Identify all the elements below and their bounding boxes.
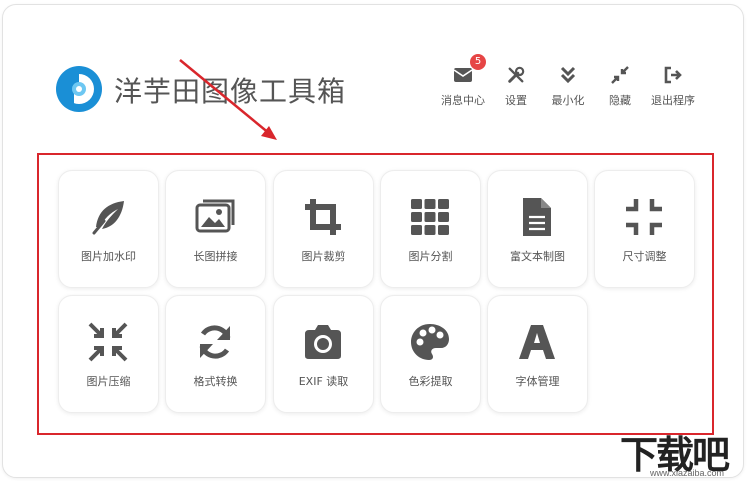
tool-format-convert[interactable]: 格式转换 bbox=[165, 295, 266, 413]
collapse-arrows-icon bbox=[611, 66, 629, 84]
app-logo-icon bbox=[56, 66, 102, 112]
tool-resize[interactable]: 尺寸调整 bbox=[594, 170, 695, 288]
sign-out-icon bbox=[664, 66, 682, 84]
camera-icon bbox=[305, 325, 341, 359]
tool-label: 图片分割 bbox=[408, 250, 453, 263]
tool-exif[interactable]: EXIF 读取 bbox=[273, 295, 374, 413]
exit-button[interactable]: 退出程序 bbox=[642, 66, 704, 108]
tool-label: 长图拼接 bbox=[193, 250, 238, 263]
tool-split[interactable]: 图片分割 bbox=[380, 170, 481, 288]
envelope-icon bbox=[453, 68, 473, 82]
tool-crop[interactable]: 图片裁剪 bbox=[273, 170, 374, 288]
images-icon bbox=[195, 199, 235, 233]
tool-label: 图片加水印 bbox=[81, 250, 136, 263]
feather-icon bbox=[92, 201, 124, 235]
tool-rich-text[interactable]: 富文本制图 bbox=[487, 170, 588, 288]
tool-label: 图片裁剪 bbox=[301, 250, 346, 263]
tool-label: 富文本制图 bbox=[510, 250, 565, 263]
tool-label: 字体管理 bbox=[515, 375, 560, 388]
grid-icon bbox=[411, 199, 449, 235]
message-count-badge: 5 bbox=[470, 54, 486, 70]
tool-label: 色彩提取 bbox=[408, 375, 453, 388]
shrink-icon bbox=[88, 322, 128, 362]
chevron-double-down-icon bbox=[560, 66, 576, 84]
app-title: 洋芋田图像工具箱 bbox=[114, 75, 347, 108]
sync-icon bbox=[199, 325, 231, 359]
tool-label: 格式转换 bbox=[193, 375, 238, 388]
palette-icon bbox=[411, 324, 449, 360]
tool-watermark[interactable]: 图片加水印 bbox=[58, 170, 159, 288]
font-icon bbox=[519, 325, 555, 359]
document-icon bbox=[523, 198, 551, 236]
tool-compress[interactable]: 图片压缩 bbox=[58, 295, 159, 413]
tool-label: 尺寸调整 bbox=[622, 250, 667, 263]
compress-icon bbox=[626, 199, 662, 235]
tool-label: EXIF 读取 bbox=[298, 375, 349, 388]
tool-long-image-stitch[interactable]: 长图拼接 bbox=[165, 170, 266, 288]
tool-color-extract[interactable]: 色彩提取 bbox=[380, 295, 481, 413]
tool-label: 图片压缩 bbox=[86, 375, 131, 388]
tool-font-manage[interactable]: 字体管理 bbox=[487, 295, 588, 413]
exit-label: 退出程序 bbox=[651, 94, 695, 107]
watermark-url: www.xiazaiba.com bbox=[650, 468, 725, 478]
tools-icon bbox=[508, 66, 525, 83]
crop-icon bbox=[305, 199, 341, 235]
